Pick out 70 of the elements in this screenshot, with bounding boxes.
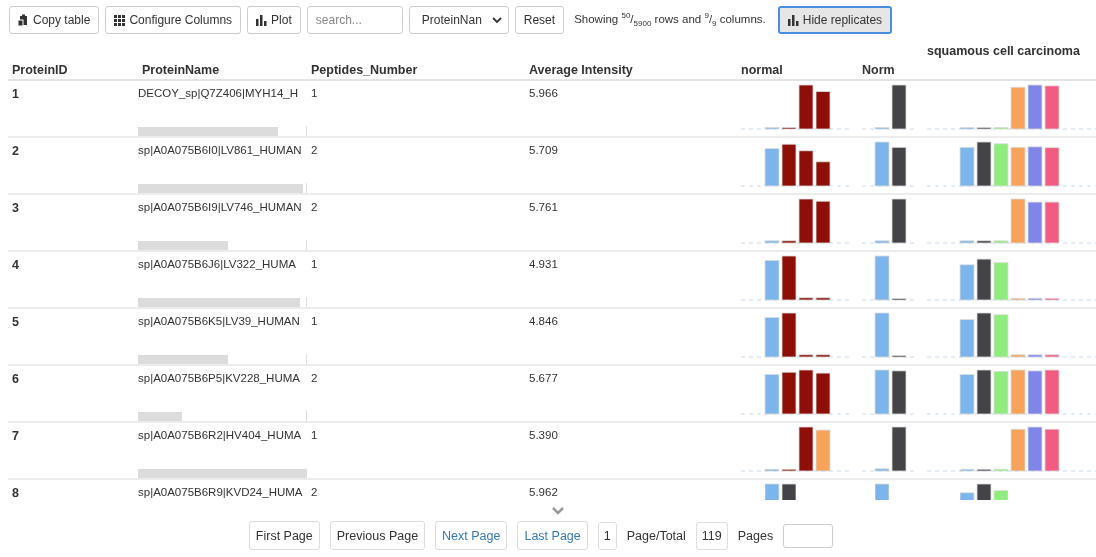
page-button[interactable]: Next Page bbox=[435, 521, 508, 550]
current-page: 1 bbox=[597, 521, 617, 550]
table-cell: sp|A0A075B6R9|KVD24_HUMA bbox=[138, 486, 303, 498]
table-cell: 3 bbox=[12, 201, 19, 215]
bar-chart-drawing bbox=[960, 480, 1008, 500]
table-cell: 2 bbox=[311, 486, 318, 498]
column-header: Peptides_Number bbox=[310, 62, 419, 77]
table-cell: 2 bbox=[12, 144, 19, 158]
chevron-down-icon[interactable] bbox=[551, 506, 565, 515]
column-header: ProteinID bbox=[11, 62, 69, 77]
clipboard-icon bbox=[18, 14, 29, 26]
group-title: squamous cell carcinoma bbox=[927, 44, 1081, 60]
table-cell: 1 bbox=[311, 258, 318, 270]
scrollbar[interactable] bbox=[138, 241, 228, 250]
reset-button[interactable]: Reset bbox=[514, 6, 565, 34]
grid-icon bbox=[114, 14, 126, 26]
table-cell: 5 bbox=[12, 315, 19, 329]
table-cell: DECOY_sp|Q7Z406|MYH14_H bbox=[138, 87, 298, 99]
table-cell: 8 bbox=[12, 486, 19, 500]
table-cell: 1 bbox=[311, 429, 318, 441]
table-cell: 2 bbox=[311, 372, 318, 384]
plot-button[interactable]: Plot bbox=[247, 6, 301, 34]
table-cell: 5.709 bbox=[529, 144, 558, 156]
scrollbar[interactable] bbox=[138, 127, 278, 136]
table-cell: sp|A0A075B6R2|HV404_HUMA bbox=[138, 429, 302, 441]
table-cell: 5.677 bbox=[529, 372, 558, 384]
table-cell: 4.846 bbox=[529, 315, 558, 327]
total-pages: 119 bbox=[695, 521, 728, 550]
table-cell: 1 bbox=[311, 87, 318, 99]
table-cell: 5.966 bbox=[529, 87, 558, 99]
scrollbar[interactable] bbox=[138, 184, 303, 193]
scrollbar[interactable] bbox=[138, 469, 306, 478]
scrollbar[interactable] bbox=[138, 298, 300, 307]
bar-chart-drawing bbox=[765, 480, 796, 500]
page-button[interactable]: Last Page bbox=[517, 521, 588, 550]
table-cell: 7 bbox=[12, 429, 19, 443]
column-header: Average Intensity bbox=[528, 62, 634, 77]
search-field[interactable]: search... bbox=[306, 6, 403, 34]
column-header: normal bbox=[740, 62, 784, 77]
table-cell: 2 bbox=[311, 201, 318, 213]
table-cell: 5.761 bbox=[529, 201, 558, 213]
table-cell: sp|A0A075B6I0|LV861_HUMAN bbox=[138, 144, 302, 156]
table-cell: 4.931 bbox=[529, 258, 558, 270]
pages-label: Pages bbox=[737, 528, 774, 543]
bar-chart-drawing bbox=[875, 480, 889, 500]
scrollbar[interactable] bbox=[138, 355, 228, 364]
table-cell: sp|A0A075B6J6|LV322_HUMA bbox=[138, 258, 296, 270]
bar-chart-icon bbox=[787, 14, 799, 26]
copy-table-button[interactable]: Copy table bbox=[9, 6, 100, 34]
table-cell: 6 bbox=[12, 372, 19, 386]
column-select[interactable]: ProteinNan bbox=[408, 6, 509, 34]
table-cell: sp|A0A075B6P5|KV228_HUMA bbox=[138, 372, 300, 384]
table-cell: sp|A0A075B6K5|LV39_HUMAN bbox=[138, 315, 300, 327]
table-cell: 1 bbox=[311, 315, 318, 327]
table-cell: 4 bbox=[12, 258, 19, 272]
table-cell: sp|A0A075B6I9|LV746_HUMAN bbox=[138, 201, 302, 213]
table-cell: 2 bbox=[311, 144, 318, 156]
hide-replicates-button[interactable]: Hide replicates bbox=[777, 6, 893, 34]
table-cell: 1 bbox=[12, 87, 19, 101]
column-header: Norm bbox=[861, 62, 896, 77]
page-total-label: Page/Total bbox=[626, 528, 686, 543]
column-header: ProteinName bbox=[141, 62, 221, 77]
chevron-down-icon bbox=[491, 16, 502, 24]
page-input[interactable] bbox=[783, 523, 834, 548]
bar-chart-icon bbox=[256, 14, 268, 26]
configure-columns-button[interactable]: Configure Columns bbox=[105, 6, 242, 34]
table-cell: 5.390 bbox=[529, 429, 558, 441]
summary-text: Showing $^{50}$/$_{5900}$ rows and $^{9}$/$_{9}$ columns. bbox=[574, 11, 766, 29]
scrollbar[interactable] bbox=[138, 412, 182, 421]
table-cell: 5.962 bbox=[529, 486, 558, 498]
